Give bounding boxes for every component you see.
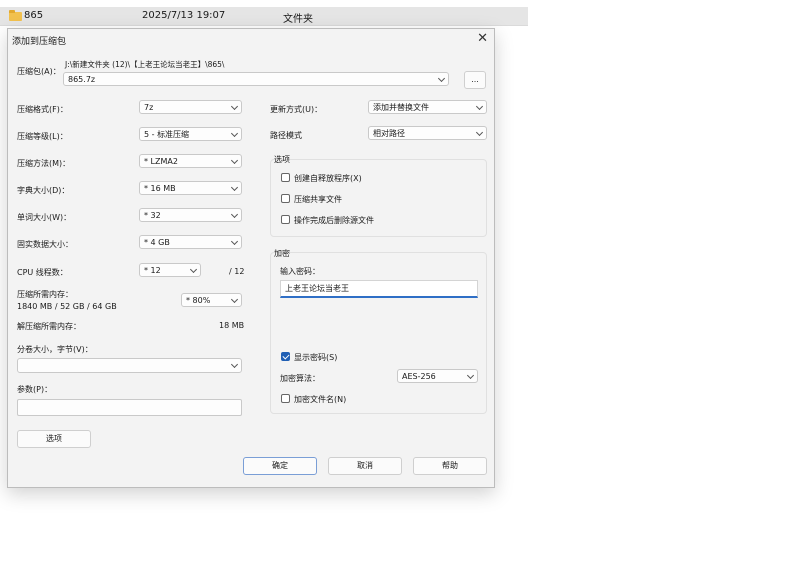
dict-value: * 16 MB bbox=[144, 184, 176, 193]
encryption-group-title: 加密 bbox=[274, 249, 290, 258]
delete-after-checkbox[interactable] bbox=[281, 215, 290, 224]
chevron-down-icon bbox=[230, 102, 239, 111]
method-value: * LZMA2 bbox=[144, 157, 178, 166]
dialog-title: 添加到压缩包 bbox=[12, 37, 67, 47]
update-value: 添加并替换文件 bbox=[373, 103, 429, 112]
file-date: 2025/7/13 19:07 bbox=[142, 10, 226, 21]
format-label: 压缩格式(F)： bbox=[17, 105, 68, 114]
split-label: 分卷大小，字节(V)： bbox=[17, 345, 93, 354]
format-value: 7z bbox=[144, 103, 154, 112]
archive-name-combo[interactable]: 865.7z bbox=[63, 72, 449, 86]
cpu-total: / 12 bbox=[229, 267, 245, 276]
browse-button[interactable]: ... bbox=[464, 71, 486, 89]
chevron-down-icon bbox=[189, 265, 198, 274]
close-icon[interactable]: ✕ bbox=[477, 31, 488, 46]
options-group-title: 选项 bbox=[274, 155, 290, 164]
dict-select[interactable]: * 16 MB bbox=[139, 181, 242, 195]
word-select[interactable]: * 32 bbox=[139, 208, 242, 222]
encryption-method-select[interactable]: AES-256 bbox=[397, 369, 478, 383]
sfx-label: 创建自释放程序(X) bbox=[294, 174, 362, 183]
sfx-checkbox[interactable] bbox=[281, 173, 290, 182]
format-select[interactable]: 7z bbox=[139, 100, 242, 114]
password-input[interactable]: 上老王论坛当老王 bbox=[280, 280, 478, 298]
split-select[interactable] bbox=[17, 358, 242, 373]
chevron-down-icon bbox=[230, 156, 239, 165]
archive-name-value: 865.7z bbox=[68, 75, 96, 84]
method-select[interactable]: * LZMA2 bbox=[139, 154, 242, 168]
encryption-method-value: AES-256 bbox=[402, 372, 436, 381]
delete-after-label: 操作完成后删除源文件 bbox=[294, 216, 374, 225]
update-label: 更新方式(U)： bbox=[270, 105, 323, 114]
chevron-down-icon bbox=[230, 237, 239, 246]
mem-compress-detail: 1840 MB / 52 GB / 64 GB bbox=[17, 302, 117, 311]
solid-value: * 4 GB bbox=[144, 238, 170, 247]
params-label: 参数(P)： bbox=[17, 385, 53, 394]
dict-label: 字典大小(D)： bbox=[17, 186, 70, 195]
archive-path: J:\新建文件夹 (12)\【上老王论坛当老王】\865\ bbox=[65, 60, 225, 69]
file-name: 865 bbox=[24, 10, 44, 21]
chevron-down-icon bbox=[475, 128, 484, 137]
cpu-label: CPU 线程数： bbox=[17, 268, 68, 277]
mem-compress-label: 压缩所需内存： bbox=[17, 290, 73, 299]
mem-usage-select[interactable]: * 80% bbox=[181, 293, 242, 307]
chevron-down-icon bbox=[230, 360, 239, 369]
mem-decompress-value: 18 MB bbox=[219, 321, 245, 330]
params-input[interactable] bbox=[17, 399, 242, 416]
level-select[interactable]: 5 - 标准压缩 bbox=[139, 127, 242, 141]
add-to-archive-dialog: 添加到压缩包 ✕ 压缩包(A)： J:\新建文件夹 (12)\【上老王论坛当老王… bbox=[7, 28, 495, 488]
path-mode-value: 相对路径 bbox=[373, 129, 405, 138]
chevron-down-icon bbox=[437, 74, 446, 83]
cpu-select[interactable]: * 12 bbox=[139, 263, 201, 277]
chevron-down-icon bbox=[230, 183, 239, 192]
encrypt-names-checkbox[interactable] bbox=[281, 394, 290, 403]
options-button[interactable]: 选项 bbox=[17, 430, 91, 448]
password-label: 输入密码： bbox=[280, 267, 320, 276]
solid-select[interactable]: * 4 GB bbox=[139, 235, 242, 249]
help-button[interactable]: 帮助 bbox=[413, 457, 487, 475]
word-value: * 32 bbox=[144, 211, 161, 220]
folder-icon bbox=[9, 10, 22, 21]
mem-decompress-label: 解压缩所需内存： bbox=[17, 322, 81, 331]
chevron-down-icon bbox=[230, 129, 239, 138]
cancel-button[interactable]: 取消 bbox=[328, 457, 402, 475]
shared-files-checkbox[interactable] bbox=[281, 194, 290, 203]
ok-button[interactable]: 确定 bbox=[243, 457, 317, 475]
path-mode-label: 路径模式 bbox=[270, 131, 302, 140]
shared-files-label: 压缩共享文件 bbox=[294, 195, 342, 204]
level-value: 5 - 标准压缩 bbox=[144, 130, 190, 139]
chevron-down-icon bbox=[230, 295, 239, 304]
path-mode-select[interactable]: 相对路径 bbox=[368, 126, 487, 140]
chevron-down-icon bbox=[230, 210, 239, 219]
archive-label: 压缩包(A)： bbox=[17, 67, 61, 76]
show-password-label: 显示密码(S) bbox=[294, 353, 338, 362]
word-label: 单词大小(W)： bbox=[17, 213, 72, 222]
mem-usage-value: * 80% bbox=[186, 296, 211, 305]
update-select[interactable]: 添加并替换文件 bbox=[368, 100, 487, 114]
chevron-down-icon bbox=[475, 102, 484, 111]
cpu-value: * 12 bbox=[144, 266, 161, 275]
file-list-row[interactable]: 865 2025/7/13 19:07 文件夹 bbox=[0, 7, 528, 26]
file-type: 文件夹 bbox=[283, 14, 313, 25]
level-label: 压缩等级(L)： bbox=[17, 132, 68, 141]
show-password-checkbox[interactable] bbox=[281, 352, 290, 361]
encryption-method-label: 加密算法： bbox=[280, 374, 320, 383]
solid-label: 固实数据大小： bbox=[17, 240, 73, 249]
encrypt-names-label: 加密文件名(N) bbox=[294, 395, 347, 404]
chevron-down-icon bbox=[466, 371, 475, 380]
dialog-titlebar: 添加到压缩包 ✕ bbox=[8, 29, 494, 49]
method-label: 压缩方法(M)： bbox=[17, 159, 71, 168]
